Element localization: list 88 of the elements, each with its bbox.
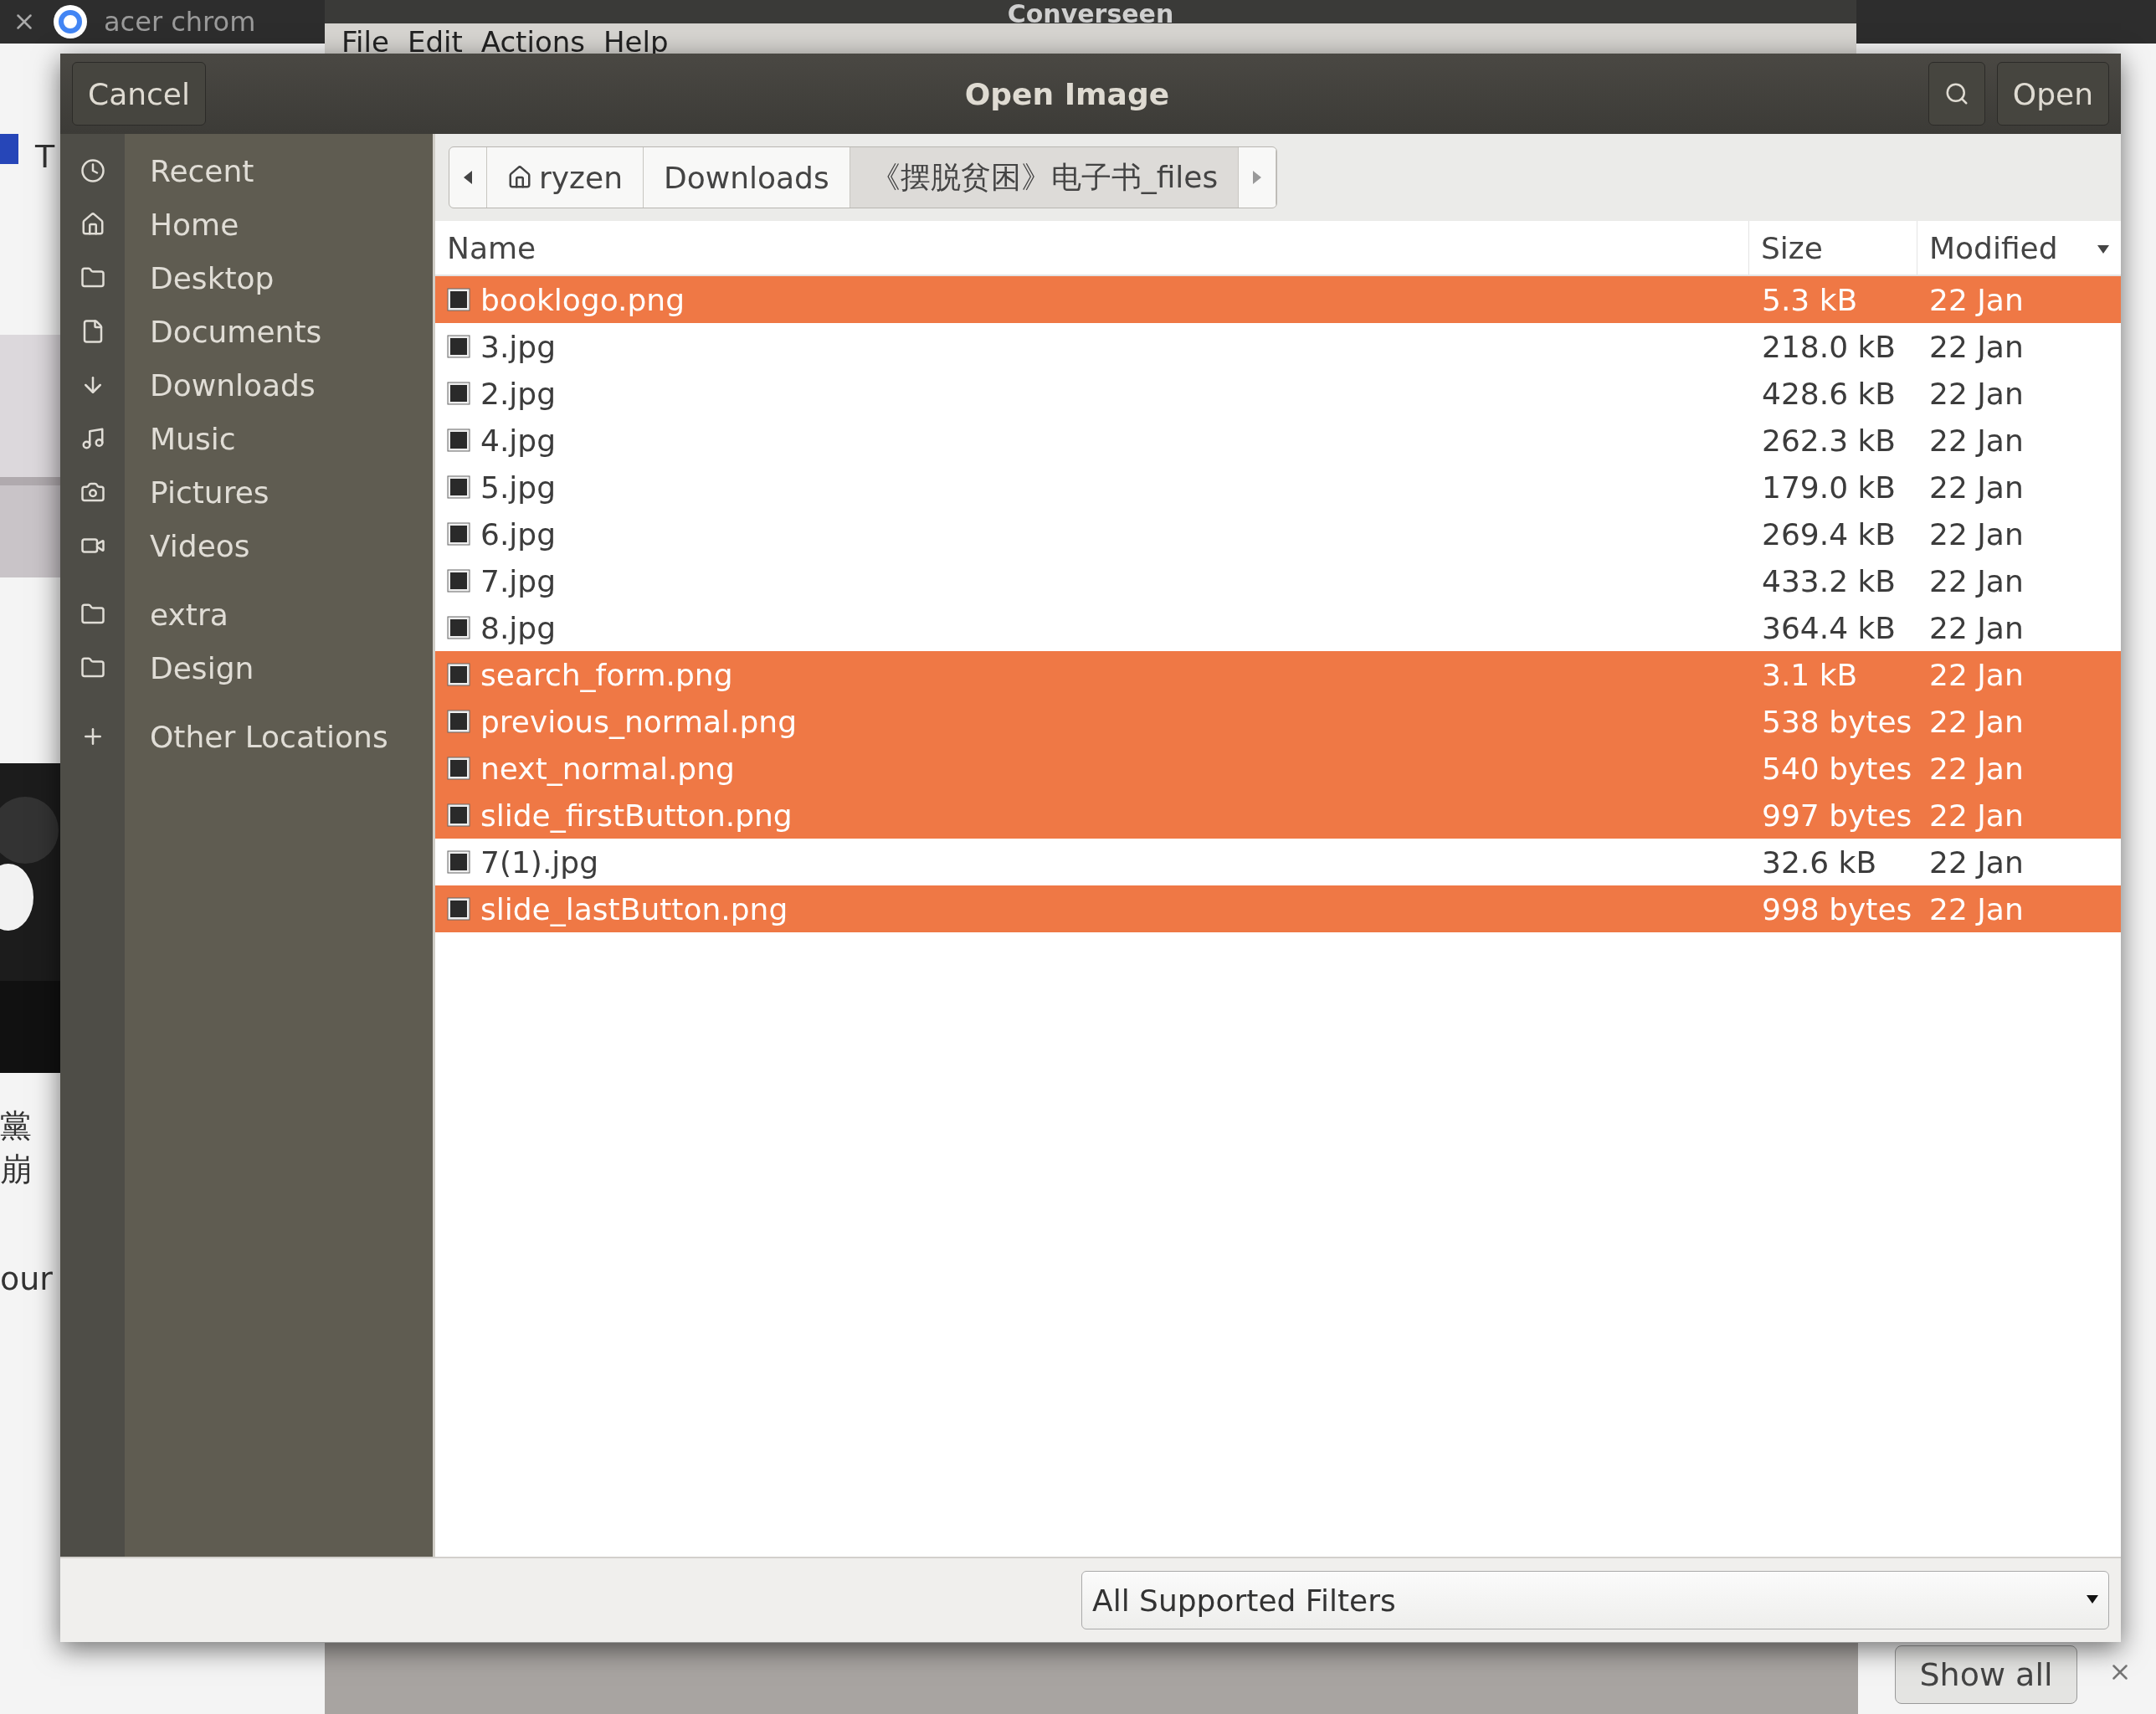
file-date: 22 Jan: [1928, 376, 2025, 411]
file-name: slide_firstButton.png: [480, 798, 793, 833]
image-file-icon: [447, 710, 470, 733]
file-date: 22 Jan: [1928, 516, 2025, 552]
file-size: 179.0 kB: [1761, 470, 1897, 505]
image-file-icon: [447, 663, 470, 686]
file-date: 22 Jan: [1928, 282, 2025, 317]
file-date: 22 Jan: [1928, 610, 2025, 645]
file-name: 7.jpg: [480, 563, 557, 598]
file-name: previous_normal.png: [480, 704, 798, 739]
image-file-icon: [447, 569, 470, 593]
window-title: Converseen: [1007, 5, 1174, 23]
file-name: 2.jpg: [480, 376, 557, 411]
filter-dropdown[interactable]: All Supported Filters: [1081, 1571, 2109, 1629]
sidebar-item[interactable]: Pictures: [60, 465, 433, 519]
file-size: 997 bytes: [1761, 798, 1913, 833]
file-name: 7(1).jpg: [480, 844, 599, 880]
file-size: 364.4 kB: [1761, 610, 1897, 645]
dialog-title: Open Image: [963, 76, 1171, 111]
show-all-button[interactable]: Show all: [1895, 1645, 2077, 1704]
sidebar-item[interactable]: Recent: [60, 144, 433, 198]
file-size: 433.2 kB: [1761, 563, 1897, 598]
sidebar-item[interactable]: Documents: [60, 305, 433, 358]
file-size: 5.3 kB: [1761, 282, 1859, 317]
image-file-icon: [447, 335, 470, 358]
clock-icon: [80, 158, 105, 183]
sidebar-item[interactable]: Other Locations: [60, 710, 433, 763]
file-size: 3.1 kB: [1761, 657, 1859, 692]
sidebar-item[interactable]: extra: [60, 588, 433, 641]
sidebar-item[interactable]: Home: [60, 198, 433, 251]
file-date: 22 Jan: [1928, 657, 2025, 692]
file-name: 5.jpg: [480, 470, 557, 505]
image-file-icon: [447, 428, 470, 452]
file-date: 22 Jan: [1928, 751, 2025, 786]
sidebar-item[interactable]: Videos: [60, 519, 433, 572]
file-name: slide_lastButton.png: [480, 891, 788, 926]
file-name: search_form.png: [480, 657, 733, 692]
image-file-icon: [447, 288, 470, 311]
image-file-icon: [447, 616, 470, 639]
column-header[interactable]: Name: [435, 230, 1748, 265]
file-size: 32.6 kB: [1761, 844, 1878, 880]
file-date: 22 Jan: [1928, 704, 2025, 739]
site-icon: [0, 134, 18, 164]
page-text: T: [35, 138, 55, 175]
file-date: 22 Jan: [1928, 423, 2025, 458]
left-arrow-icon: [462, 169, 474, 186]
file-date: 22 Jan: [1928, 844, 2025, 880]
file-size: 538 bytes: [1761, 704, 1913, 739]
sidebar-item[interactable]: Music: [60, 412, 433, 465]
image-file-icon: [447, 850, 470, 874]
file-date: 22 Jan: [1928, 329, 2025, 364]
file-date: 22 Jan: [1928, 891, 2025, 926]
image-file-icon: [447, 382, 470, 405]
open-button[interactable]: Open: [1996, 62, 2109, 126]
tab-title[interactable]: acer chrom: [104, 6, 256, 38]
image-file-icon: [447, 475, 470, 499]
file-size: 998 bytes: [1761, 891, 1913, 926]
sidebar-item[interactable]: Downloads: [60, 358, 433, 412]
file-size: 428.6 kB: [1761, 376, 1897, 411]
file-size: 262.3 kB: [1761, 423, 1897, 458]
page-text: 崩: [0, 1150, 32, 1189]
cancel-button[interactable]: Cancel: [72, 62, 206, 126]
page-text: 黨: [0, 1106, 32, 1146]
file-date: 22 Jan: [1928, 563, 2025, 598]
sidebar-item[interactable]: Design: [60, 641, 433, 695]
file-date: 22 Jan: [1928, 470, 2025, 505]
file-name: 4.jpg: [480, 423, 557, 458]
path-button[interactable]: 《摆脱贫困》电子书_files: [850, 147, 1240, 208]
image-file-icon: [447, 522, 470, 546]
file-size: 269.4 kB: [1761, 516, 1897, 552]
file-date: 22 Jan: [1928, 798, 2025, 833]
browser-logo-icon: [54, 5, 87, 38]
file-name: 6.jpg: [480, 516, 557, 552]
page-text: our: [0, 1260, 53, 1297]
column-header[interactable]: Modified: [1917, 221, 2121, 275]
file-name: 3.jpg: [480, 329, 557, 364]
image-file-icon: [447, 757, 470, 780]
column-header[interactable]: Size: [1748, 221, 1917, 275]
image-file-icon: [447, 803, 470, 827]
image-file-icon: [447, 897, 470, 921]
music-icon: [80, 426, 105, 451]
file-name: booklogo.png: [480, 282, 685, 317]
search-button[interactable]: [1928, 62, 1985, 126]
file-name: 8.jpg: [480, 610, 557, 645]
file-size: 540 bytes: [1761, 751, 1913, 786]
sidebar-item[interactable]: Desktop: [60, 251, 433, 305]
file-name: next_normal.png: [480, 751, 735, 786]
file-size: 218.0 kB: [1761, 329, 1897, 364]
